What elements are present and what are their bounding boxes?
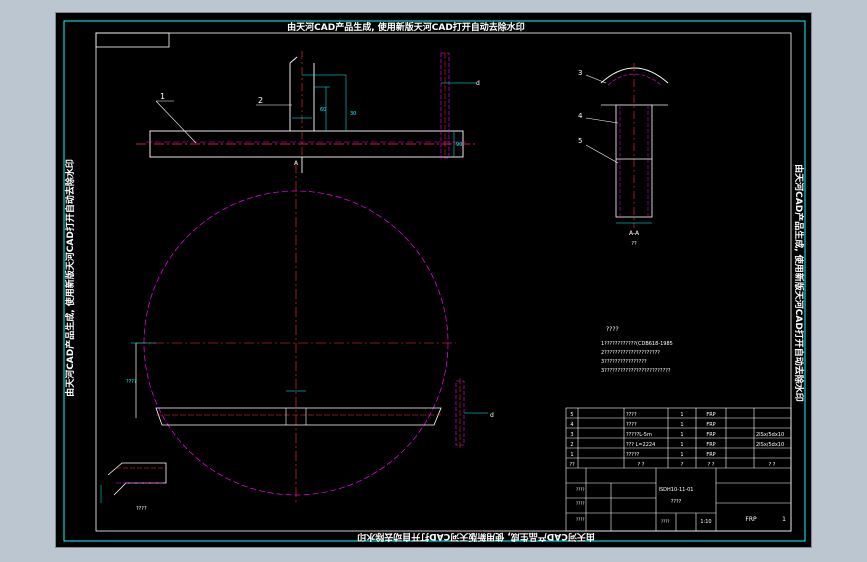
row-4-qty: 1 [680, 422, 683, 428]
detail-view: ???? [100, 462, 167, 512]
section-aa-scale: ?? [631, 241, 637, 247]
part-label-2: 2 [258, 96, 263, 105]
section-mark-a: A [294, 160, 299, 167]
header-mat: ? ? [708, 462, 715, 468]
cad-drawing: 由天河CAD产品生成, 使用新版天河CAD打开自动去除水印 由天河CAD产品生成… [63, 20, 806, 543]
row-5-no: 5 [570, 412, 573, 418]
watermark-right: 由天河CAD产品生成, 使用新版天河CAD打开自动去除水印 [793, 164, 805, 402]
detail-label: ???? [136, 506, 147, 512]
inner-frame [95, 32, 792, 532]
header-note: ? ? [769, 462, 776, 468]
tech-notes: ???? 1????????????(CDB618-1985 2????????… [601, 326, 673, 374]
part-label-3: 3 [578, 69, 582, 77]
row-3-no: 3 [570, 432, 573, 438]
drawing-name: ???? [671, 499, 682, 505]
header-qty: ? [681, 462, 684, 468]
header-no: ?? [569, 462, 575, 468]
notes-line-4: 3????????????????????????? [601, 368, 671, 374]
title-block [565, 407, 792, 532]
pipe-elevation: 30 60 90 d A 1 2 [136, 51, 480, 173]
dim-60: 60 [320, 107, 326, 113]
drawing-scale: 1:10 [700, 519, 711, 525]
watermark-top: 由天河CAD产品生成, 使用新版天河CAD打开自动去除水印 [287, 21, 525, 33]
row-1-mat: FRP [706, 452, 715, 458]
dim-d-top: d [476, 80, 480, 87]
outer-frame [63, 20, 806, 542]
parts-list: 5 ???? 1 FRP 4 ???? 1 FRP 3 ?????L-5m 1 … [569, 412, 786, 525]
part-label-1: 1 [160, 92, 165, 101]
dim-d-bottom: d [490, 412, 494, 419]
dim-30: 30 [350, 111, 356, 117]
notes-title: ???? [606, 326, 619, 333]
row-3-mat: FRP [706, 432, 715, 438]
row-5-qty: 1 [680, 412, 683, 418]
corner-box [95, 32, 170, 48]
row-2-qty: 1 [680, 442, 683, 448]
plan-view: ???? d [126, 163, 494, 503]
watermark-bottom: 由天河CAD产品生成, 使用新版天河CAD打开自动去除水印 [357, 531, 595, 543]
row-1-no: 1 [570, 452, 573, 458]
notes-line-1: 1????????????(CDB618-1985 [601, 341, 673, 347]
dim-note: ???? [126, 379, 137, 385]
watermark-left: 由天河CAD产品生成, 使用新版天河CAD打开自动去除水印 [64, 159, 76, 397]
row-4-no: 4 [570, 422, 573, 428]
misc-1: ???? [576, 487, 585, 492]
row-3-note: 2ISx/5dx10 [756, 432, 784, 438]
row-4-mat: FRP [706, 422, 715, 428]
drawing-no: ISDH10-11-01 [659, 487, 694, 493]
row-2-no: 2 [570, 442, 573, 448]
row-2-mat: FRP [706, 442, 715, 448]
cad-viewport[interactable]: 由天河CAD产品生成, 使用新版天河CAD打开自动去除水印 由天河CAD产品生成… [55, 12, 812, 548]
row-3-qty: 1 [680, 432, 683, 438]
section-aa: A-A ?? 3 4 5 [578, 63, 669, 247]
row-2-name: ??? L=2224 [626, 442, 655, 448]
row-1-name: ????? [626, 452, 640, 458]
drawing-material: FRP [745, 516, 757, 523]
notes-line-2: 2????????????????????? [601, 350, 660, 356]
part-label-4: 4 [578, 112, 583, 120]
part-label-5: 5 [578, 137, 582, 145]
section-aa-title: A-A [629, 230, 640, 237]
row-5-mat: FRP [706, 412, 715, 418]
dim-90: 90 [456, 142, 462, 148]
misc-2: ???? [576, 501, 585, 506]
misc-3: ???? [576, 517, 585, 522]
row-1-qty: 1 [680, 452, 683, 458]
row-5-name: ???? [626, 412, 637, 418]
header-name: ? ? [638, 462, 645, 468]
row-4-name: ???? [626, 422, 637, 428]
row-3-name: ?????L-5m [626, 432, 652, 438]
notes-line-3: 3???????????????? [601, 359, 647, 365]
row-2-note: 2ISx/5dx10 [756, 442, 784, 448]
drawing-sheet: 1 [782, 516, 786, 523]
misc-4: ???? [661, 519, 670, 524]
